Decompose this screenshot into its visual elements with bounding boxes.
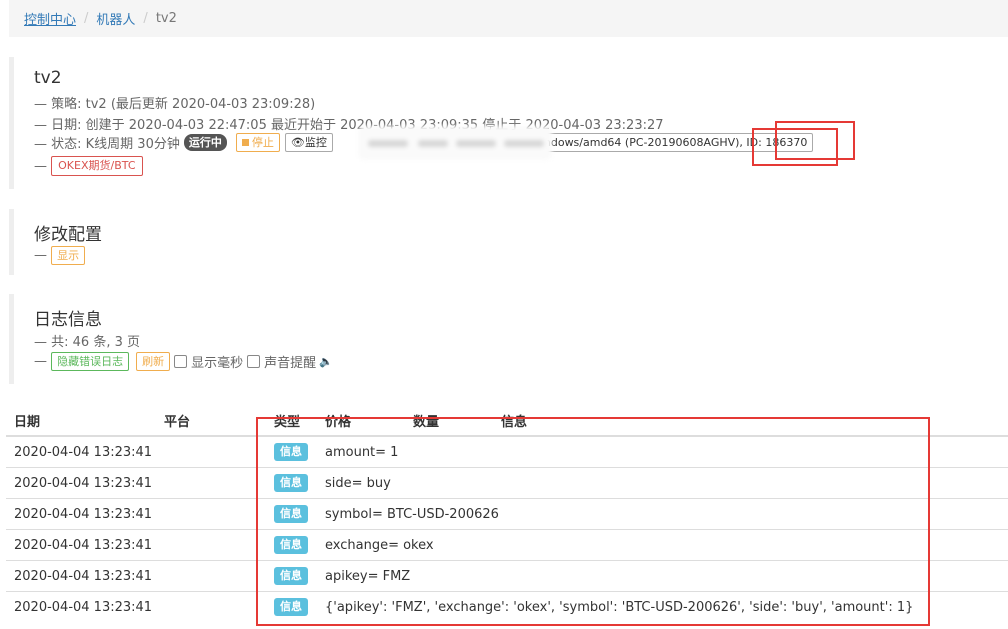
- redacted-region: [358, 126, 552, 160]
- dash: —: [34, 248, 52, 263]
- row-date: 2020-04-04 13:23:41: [6, 591, 156, 622]
- breadcrumb-current: tv2: [155, 11, 177, 26]
- log-panel: 日志信息 — 共: 46 条, 3 页 — 隐藏错误日志 刷新 显示毫秒 声音提…: [9, 294, 1008, 384]
- monitor-label: 监控: [304, 136, 327, 149]
- dash: —: [34, 354, 52, 369]
- breadcrumb-home-link[interactable]: 控制中心: [24, 9, 76, 28]
- eye-icon: 👁: [290, 136, 305, 149]
- row-platform: [156, 529, 266, 561]
- hide-error-log-button[interactable]: 隐藏错误日志: [51, 352, 130, 371]
- show-config-button[interactable]: 显示: [51, 246, 86, 265]
- stop-icon: [241, 139, 249, 146]
- row-date: 2020-04-04 13:23:41: [6, 435, 156, 468]
- stop-button[interactable]: 停止: [235, 133, 280, 152]
- breadcrumb: 控制中心 / 机器人 / tv2: [9, 0, 1008, 37]
- row-platform: [156, 467, 266, 499]
- monitor-button[interactable]: 👁监控: [284, 133, 333, 152]
- row-platform: [156, 560, 266, 592]
- col-platform[interactable]: 平台: [156, 406, 266, 437]
- robot-name: tv2: [34, 68, 62, 88]
- row-date: 2020-04-04 13:23:41: [6, 467, 156, 499]
- show-ms-label: 显示毫秒: [191, 356, 244, 371]
- row-platform: [156, 591, 266, 622]
- config-line: — 显示: [34, 246, 86, 265]
- exchange-tag[interactable]: OKEX期货/BTC: [51, 156, 143, 176]
- show-ms-checkbox[interactable]: [174, 355, 188, 368]
- strategy-line: — 策略: tv2 (最后更新 2020-04-03 23:09:28): [34, 97, 316, 112]
- row-platform: [156, 498, 266, 530]
- sound-alert-label: 声音提醒: [264, 356, 317, 371]
- annotation-box-log: [256, 417, 930, 626]
- log-controls: — 隐藏错误日志 刷新 显示毫秒 声音提醒 🔈: [34, 352, 333, 371]
- breadcrumb-robots-link[interactable]: 机器人: [96, 9, 135, 28]
- row-date: 2020-04-04 13:23:41: [6, 529, 156, 561]
- row-date: 2020-04-04 13:23:41: [6, 498, 156, 530]
- row-platform: [156, 435, 266, 468]
- breadcrumb-separator: /: [143, 11, 148, 26]
- sound-alert-checkbox[interactable]: [247, 355, 261, 368]
- config-panel: 修改配置 — 显示: [9, 209, 1008, 275]
- annotation-box-id-inner: [752, 128, 838, 166]
- date-line: — 日期: 创建于 2020-04-03 22:47:05 最近开始于 2020…: [34, 118, 664, 133]
- row-date: 2020-04-04 13:23:41: [6, 560, 156, 592]
- stop-label: 停止: [251, 136, 274, 149]
- refresh-button[interactable]: 刷新: [136, 352, 171, 371]
- robot-info-panel: tv2 — 策略: tv2 (最后更新 2020-04-03 23:09:28)…: [9, 57, 1008, 189]
- dash: —: [34, 158, 52, 174]
- speaker-icon[interactable]: 🔈: [319, 355, 333, 368]
- log-summary: — 共: 46 条, 3 页: [34, 335, 140, 350]
- breadcrumb-separator: /: [84, 11, 89, 26]
- col-date[interactable]: 日期: [6, 406, 156, 437]
- status-text: — 状态: K线周期 30分钟: [34, 137, 180, 152]
- exchange-line: — OKEX期货/BTC: [34, 156, 143, 176]
- config-title: 修改配置: [34, 225, 102, 245]
- log-title: 日志信息: [34, 310, 102, 330]
- running-badge: 运行中: [183, 134, 227, 151]
